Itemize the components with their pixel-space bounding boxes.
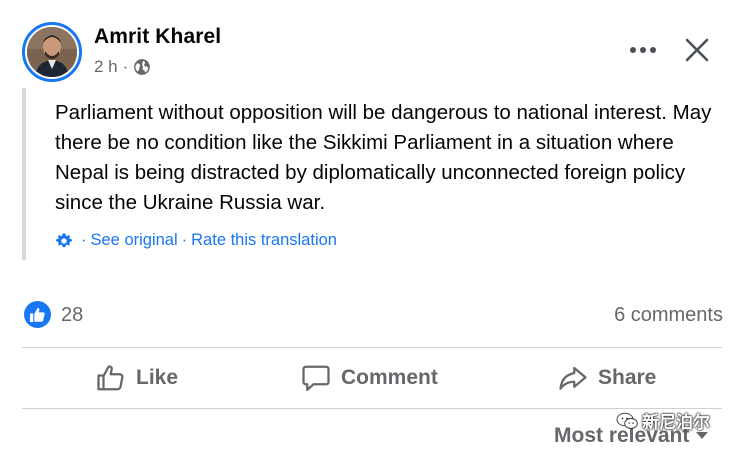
more-icon — [630, 47, 656, 53]
post-body: Parliament without opposition will be da… — [22, 88, 722, 260]
share-button-label: Share — [598, 366, 657, 389]
comment-button[interactable]: Comment — [301, 358, 438, 398]
avatar-photo — [27, 27, 77, 77]
post-card: Amrit Kharel 2 h · Parliament without op… — [0, 0, 745, 452]
comment-icon — [302, 365, 330, 391]
like-icon — [30, 307, 45, 322]
comment-count-link[interactable]: 6 comments — [614, 304, 723, 327]
globe-icon[interactable] — [133, 58, 151, 76]
author-name[interactable]: Amrit Kharel — [94, 25, 221, 49]
reaction-count[interactable]: 28 — [61, 304, 83, 327]
thumbs-up-icon — [97, 365, 124, 391]
post-time[interactable]: 2 h — [94, 57, 118, 77]
translation-bar: · See original · Rate this translation — [55, 231, 337, 250]
gear-icon — [55, 232, 73, 247]
post-text: Parliament without opposition will be da… — [55, 101, 712, 214]
translation-separator: · — [81, 231, 87, 249]
wechat-icon — [616, 412, 638, 429]
avatar[interactable] — [22, 22, 82, 82]
divider — [22, 347, 722, 348]
like-button[interactable]: Like — [96, 358, 178, 398]
meta-separator: · — [122, 57, 129, 76]
share-button[interactable]: Share — [558, 358, 656, 398]
like-reaction-icon[interactable] — [24, 301, 51, 328]
close-icon — [685, 38, 709, 62]
post-meta: 2 h · — [94, 57, 151, 77]
see-original-link[interactable]: See original — [91, 231, 178, 250]
translation-separator: · — [181, 231, 188, 249]
more-options-button[interactable] — [626, 33, 660, 67]
watermark-text: 新尼泊尔 — [642, 413, 710, 432]
share-icon — [559, 366, 587, 390]
like-button-label: Like — [136, 366, 179, 389]
rate-translation-link[interactable]: Rate this translation — [191, 231, 337, 250]
close-button[interactable] — [680, 33, 714, 67]
watermark: 新尼泊尔 — [616, 408, 710, 433]
comment-button-label: Comment — [341, 366, 438, 389]
